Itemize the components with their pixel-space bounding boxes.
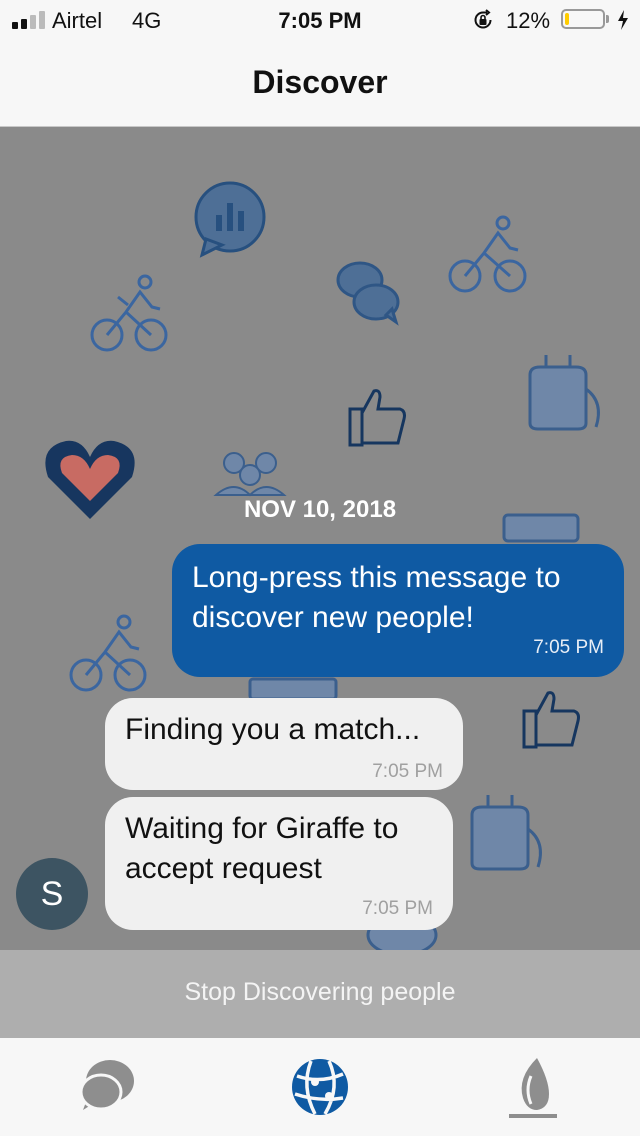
- battery-nub: [606, 15, 609, 23]
- incoming-message-bubble[interactable]: Finding you a match... 7:05 PM: [105, 698, 463, 790]
- date-separator: NOV 10, 2018: [243, 496, 397, 523]
- thumbs-up-icon: [348, 389, 406, 447]
- outgoing-message-bubble[interactable]: Long-press this message to discover new …: [172, 544, 624, 677]
- battery-percent: 12%: [506, 8, 551, 33]
- message-text: Finding you a match...: [125, 713, 421, 746]
- thumbs-up-icon: [522, 691, 580, 749]
- chat-bubbles-icon: [336, 261, 400, 326]
- battery-level-fill: [565, 13, 569, 25]
- chat-area[interactable]: NOV 10, 2018 Long-press this message to …: [0, 127, 640, 950]
- chat-bubbles-icon: [79, 1060, 134, 1111]
- group-icon: [213, 452, 287, 497]
- globe-icon: [292, 1059, 348, 1115]
- cyclist-icon: [69, 614, 147, 692]
- charging-bolt-icon: [618, 10, 628, 30]
- message-text: Waiting for Giraffe to accept request: [125, 812, 399, 885]
- rotation-lock-icon: [474, 9, 492, 29]
- bar-chart-bubble-icon: [194, 181, 266, 258]
- tab-discover[interactable]: [285, 1054, 355, 1120]
- tab-bar: [0, 1038, 640, 1136]
- message-text: Long-press this message to discover new …: [192, 561, 561, 634]
- tab-profile[interactable]: [497, 1054, 567, 1120]
- message-time: 7:05 PM: [362, 898, 433, 919]
- message-time: 7:05 PM: [533, 637, 604, 658]
- cyclist-icon: [90, 274, 168, 352]
- flame-icon: [509, 1058, 557, 1118]
- cyclist-icon: [448, 215, 527, 293]
- backpack-icon: [528, 355, 600, 431]
- backpack-icon: [470, 795, 542, 871]
- message-time: 7:05 PM: [372, 761, 443, 782]
- incoming-message-bubble[interactable]: Waiting for Giraffe to accept request 7:…: [105, 797, 453, 930]
- battery-icon: [561, 9, 605, 29]
- stop-discovering-button[interactable]: Stop Discovering people: [0, 950, 640, 1038]
- navigation-bar: Discover: [0, 40, 640, 127]
- status-bar: Airtel 4G 7:05 PM 12%: [0, 0, 640, 40]
- page-title: Discover: [252, 64, 388, 100]
- tab-chats[interactable]: [73, 1054, 143, 1120]
- avatar[interactable]: S: [16, 858, 88, 930]
